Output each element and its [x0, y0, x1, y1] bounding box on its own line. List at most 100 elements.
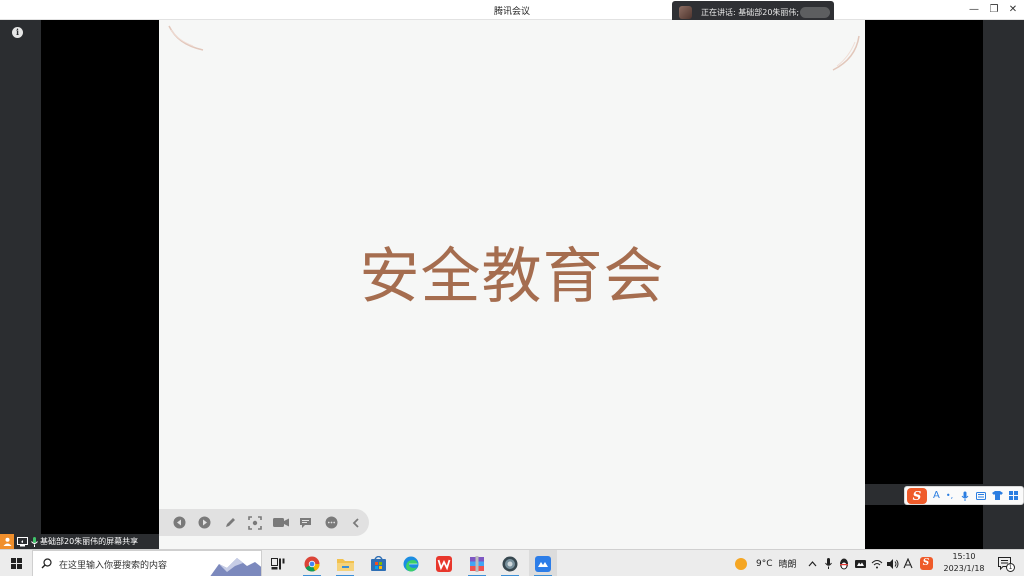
- collapse-toolbar-button[interactable]: [344, 513, 369, 533]
- pen-tray-icon: [903, 558, 913, 569]
- collapse-icon: [353, 517, 360, 528]
- speaking-name: 基础部20朱丽伟;: [738, 8, 800, 17]
- more-icon: [325, 516, 338, 529]
- shared-slide: 安全教育会: [159, 20, 865, 549]
- tray-volume[interactable]: [885, 550, 901, 576]
- window-title: 腾讯会议: [493, 7, 530, 17]
- close-button[interactable]: ✕: [1002, 2, 1024, 18]
- blurred-name: [800, 7, 830, 18]
- notification-center-button[interactable]: 1: [994, 550, 1016, 576]
- archive-icon: [470, 555, 484, 572]
- next-slide-button[interactable]: [192, 513, 217, 533]
- minimize-button[interactable]: —: [963, 2, 985, 18]
- tray-qq[interactable]: [837, 550, 851, 576]
- slide-title: 安全教育会: [359, 242, 665, 312]
- tray-meeting[interactable]: [853, 550, 867, 576]
- microphone-icon: [824, 558, 832, 569]
- right-panel: [983, 20, 1024, 484]
- start-button[interactable]: [0, 550, 32, 576]
- left-panel: [0, 20, 41, 534]
- corner-decoration-top-right: [832, 35, 860, 71]
- screen-share-label: 基础部20朱丽伟的屏幕共享: [0, 534, 159, 549]
- windows-icon: [10, 558, 22, 569]
- user-icon: [0, 534, 14, 549]
- tray-microphone[interactable]: [821, 550, 835, 576]
- tray-pen[interactable]: [901, 550, 915, 576]
- tray-wifi[interactable]: [869, 550, 885, 576]
- sun-icon: [735, 557, 747, 570]
- taskbar-app-chrome[interactable]: [298, 550, 326, 576]
- ime-keyboard-icon[interactable]: [976, 491, 987, 500]
- letterbox-right: [865, 20, 983, 484]
- previous-slide-button[interactable]: [167, 513, 192, 533]
- previous-icon: [173, 516, 186, 529]
- microphone-icon: [31, 536, 38, 547]
- pen-icon: [225, 518, 235, 527]
- clock-date: 2023/1/18: [943, 564, 985, 573]
- weather-temp: 9°C: [756, 558, 773, 569]
- penguin-icon: [840, 558, 848, 569]
- share-label-text: 基础部20朱丽伟的屏幕共享: [40, 537, 139, 546]
- wps-icon: [436, 555, 452, 572]
- ime-toolbar[interactable]: S A •,: [904, 486, 1024, 505]
- screenshot-button[interactable]: [243, 513, 268, 533]
- ime-letter-icon[interactable]: A: [933, 490, 940, 501]
- chevron-up-icon: [808, 560, 816, 566]
- camera-icon: [272, 518, 289, 527]
- meeting-tray-icon: [854, 559, 866, 568]
- right-panel-bottom: [983, 505, 1024, 549]
- letterbox-left: [41, 20, 159, 534]
- show-hidden-icons-button[interactable]: [805, 550, 819, 576]
- camera-button[interactable]: [268, 513, 293, 533]
- edge-icon: [403, 556, 419, 571]
- taskbar-app-store[interactable]: [364, 550, 392, 576]
- ime-punctuation-icon[interactable]: •,: [946, 491, 953, 500]
- taskbar-app-tencent-meeting[interactable]: [529, 550, 557, 576]
- weather-condition: 晴朗: [778, 560, 797, 570]
- search-icon: [41, 558, 52, 569]
- screenshot-icon: [248, 515, 263, 530]
- taskbar-app-winrar[interactable]: [463, 550, 491, 576]
- annotate-button[interactable]: [218, 513, 243, 533]
- tencent-meeting-icon: [535, 555, 551, 572]
- weather-widget[interactable]: 9°C 晴朗: [734, 550, 804, 576]
- speaker-avatar: [679, 6, 692, 19]
- slide-control-toolbar: [159, 509, 369, 536]
- taskbar-app-wps[interactable]: [430, 550, 458, 576]
- next-icon: [198, 516, 211, 529]
- ime-s-icon: S: [919, 557, 933, 570]
- ime-mic-icon[interactable]: [961, 491, 969, 501]
- speaker-icon: [887, 558, 899, 569]
- task-view-button[interactable]: [266, 550, 290, 576]
- ime-logo[interactable]: S: [907, 487, 927, 504]
- clock-time: 15:10: [952, 552, 976, 561]
- taskbar-app-edge[interactable]: [397, 550, 425, 576]
- taskbar-app-sphere[interactable]: [496, 550, 524, 576]
- letterbox-right-bottom: [865, 505, 983, 549]
- comment-icon: [300, 517, 312, 528]
- folder-icon: [336, 558, 354, 571]
- comment-button[interactable]: [293, 513, 318, 533]
- taskbar: 在这里输入你要搜索的内容 9°C 晴朗 S 15:10 2023/1/18 1: [0, 549, 1024, 576]
- speaking-prefix: 正在讲话:: [701, 8, 736, 17]
- chrome-icon: [304, 556, 320, 572]
- more-button[interactable]: [319, 513, 344, 533]
- notification-count: 1: [1006, 563, 1015, 572]
- globe-app-icon: [502, 556, 518, 571]
- ime-skin-icon[interactable]: [992, 491, 1004, 500]
- tray-ime[interactable]: S: [917, 550, 935, 576]
- task-view-icon: [271, 557, 285, 569]
- taskbar-app-file-explorer[interactable]: [331, 550, 359, 576]
- info-icon[interactable]: i: [12, 27, 23, 38]
- screen-share-icon: [17, 536, 28, 546]
- title-bar: 腾讯会议 — ❐ ✕: [0, 0, 1024, 20]
- taskbar-search-box[interactable]: 在这里输入你要搜索的内容: [32, 550, 262, 576]
- store-icon: [370, 556, 386, 571]
- screen: 腾讯会议 — ❐ ✕ 正在讲话: 基础部20朱丽伟; i 安全教育会 S A •…: [0, 0, 1024, 576]
- wifi-icon: [871, 559, 883, 568]
- taskbar-clock[interactable]: 15:10 2023/1/18: [940, 551, 988, 575]
- search-placeholder: 在这里输入你要搜索的内容: [59, 561, 168, 571]
- corner-decoration-top-left: [168, 25, 204, 51]
- ime-toolbox-icon[interactable]: [1009, 491, 1019, 500]
- search-highlight-image: [210, 558, 261, 576]
